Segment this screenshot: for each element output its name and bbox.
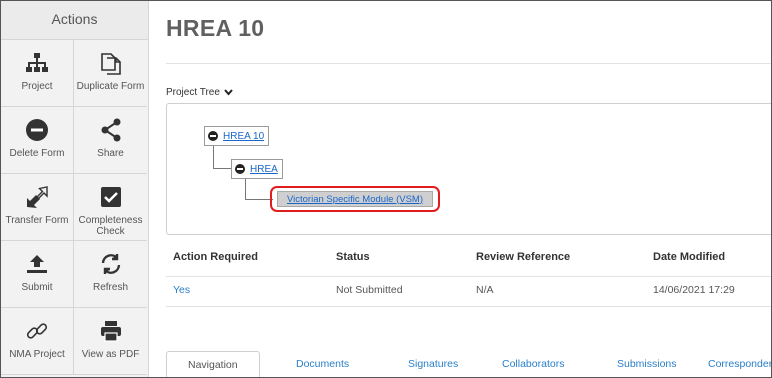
tree-connector	[213, 144, 214, 168]
col-header-status: Status	[336, 251, 370, 263]
review-reference-value: N/A	[476, 284, 494, 296]
vsm-highlight: Victorian Specific Module (VSM)	[270, 186, 440, 212]
project-tree-panel: HREA 10 HREA Victorian Specific Module (…	[166, 103, 771, 235]
submit-button[interactable]: Submit	[1, 241, 74, 308]
nma-project-button[interactable]: NMA Project	[1, 308, 74, 375]
link-icon	[24, 318, 50, 344]
main-content: HREA 10 Project Tree HREA 10 HREA Victor…	[149, 1, 771, 377]
delete-form-label: Delete Form	[9, 148, 65, 159]
minus-circle-icon	[24, 117, 50, 143]
col-header-action-required: Action Required	[173, 251, 258, 263]
tree-link-vsm[interactable]: Victorian Specific Module (VSM)	[287, 194, 423, 205]
tree-node-hrea[interactable]: HREA	[231, 159, 283, 179]
view-as-pdf-button[interactable]: View as PDF	[74, 308, 147, 375]
tree-connector	[213, 168, 231, 169]
share-button[interactable]: Share	[74, 107, 147, 174]
tab-submissions[interactable]: Submissions	[617, 351, 677, 377]
chevron-down-icon	[224, 89, 233, 96]
actions-grid: Project Duplicate Form Delete Form Share	[1, 40, 148, 375]
project-tree-label: Project Tree	[166, 87, 220, 98]
upload-icon	[24, 251, 50, 277]
completeness-check-button[interactable]: Completeness Check	[74, 174, 147, 241]
refresh-label: Refresh	[92, 282, 128, 293]
section-tabs: Navigation Documents Signatures Collabor…	[166, 351, 771, 377]
completeness-check-label: Completeness Check	[78, 215, 143, 237]
tree-link-hrea[interactable]: HREA	[250, 164, 278, 175]
project-button[interactable]: Project	[1, 40, 74, 107]
share-icon	[98, 117, 124, 143]
transfer-form-button[interactable]: Transfer Form	[1, 174, 74, 241]
tree-connector	[245, 199, 273, 200]
col-header-review-reference: Review Reference	[476, 251, 571, 263]
tree-node-vsm[interactable]: Victorian Specific Module (VSM)	[277, 191, 433, 207]
tab-correspondence[interactable]: Correspondence	[708, 351, 771, 377]
table-divider	[166, 306, 771, 307]
collapse-icon[interactable]	[208, 131, 218, 141]
view-as-pdf-label: View as PDF	[81, 349, 140, 360]
status-value: Not Submitted	[336, 284, 403, 296]
nma-project-label: NMA Project	[9, 349, 65, 360]
actions-header: Actions	[1, 1, 148, 40]
tab-documents[interactable]: Documents	[296, 351, 349, 377]
duplicate-form-label: Duplicate Form	[76, 81, 145, 92]
delete-form-button[interactable]: Delete Form	[1, 107, 74, 174]
refresh-button[interactable]: Refresh	[74, 241, 147, 308]
action-required-value[interactable]: Yes	[173, 284, 190, 296]
copy-icon	[98, 50, 124, 76]
sitemap-icon	[24, 50, 50, 76]
tab-signatures[interactable]: Signatures	[408, 351, 458, 377]
app-frame: Actions Project Duplicate Form Delete Fo…	[0, 0, 772, 378]
checkbox-icon	[98, 184, 124, 210]
duplicate-form-button[interactable]: Duplicate Form	[74, 40, 147, 107]
page-title: HREA 10	[166, 15, 265, 41]
table-divider	[166, 276, 771, 277]
tab-navigation[interactable]: Navigation	[166, 351, 260, 377]
date-modified-value: 14/06/2021 17:29	[653, 284, 735, 296]
printer-icon	[98, 318, 124, 344]
submit-label: Submit	[21, 282, 53, 293]
tree-link-hrea-10[interactable]: HREA 10	[223, 131, 264, 142]
col-header-date-modified: Date Modified	[653, 251, 726, 263]
tree-connector	[245, 177, 246, 199]
collapse-icon[interactable]	[235, 164, 245, 174]
title-divider	[166, 63, 771, 64]
tab-collaborators[interactable]: Collaborators	[502, 351, 564, 377]
tree-node-root[interactable]: HREA 10	[204, 126, 270, 146]
share-label: Share	[97, 148, 124, 159]
actions-sidebar: Actions Project Duplicate Form Delete Fo…	[1, 1, 149, 377]
project-label: Project	[21, 81, 53, 92]
refresh-icon	[98, 251, 124, 277]
transfer-form-label: Transfer Form	[5, 215, 69, 226]
project-tree-toggle[interactable]: Project Tree	[166, 87, 233, 98]
transfer-icon	[24, 184, 50, 210]
